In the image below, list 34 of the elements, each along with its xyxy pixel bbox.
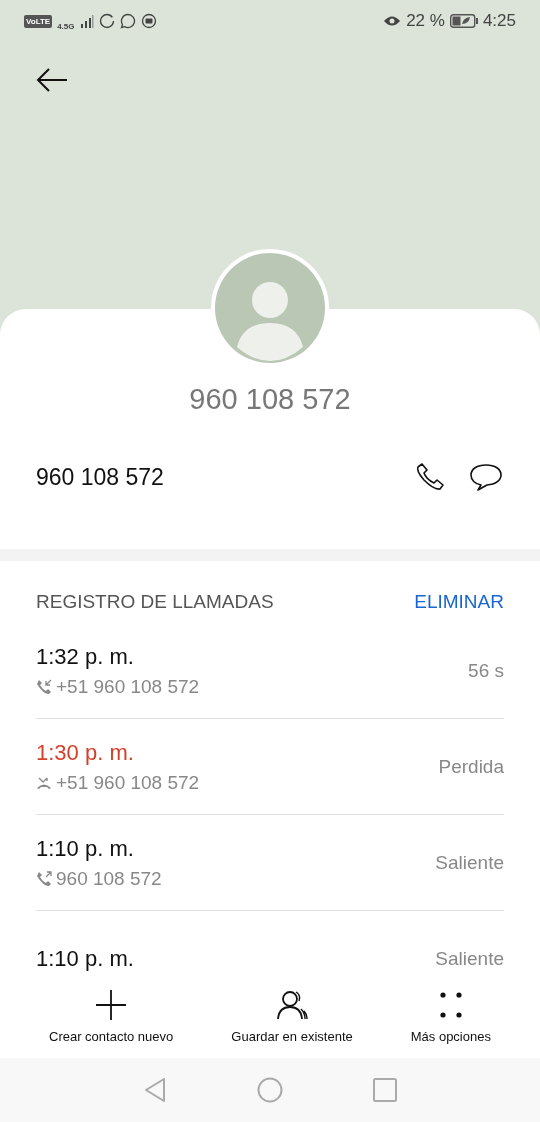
phone-number: 960 108 572 bbox=[36, 463, 165, 491]
call-number: 960 108 572 bbox=[56, 867, 162, 890]
section-title: REGISTRO DE LLAMADAS bbox=[36, 591, 274, 613]
sync-icon bbox=[98, 13, 115, 29]
call-time: 1:30 p. m. bbox=[36, 739, 135, 766]
call-time: 1:10 p. m. bbox=[36, 835, 135, 862]
more-options-button[interactable]: Más opciones bbox=[410, 988, 491, 1044]
call-time: 1:10 p. m. bbox=[36, 945, 134, 972]
call-button[interactable] bbox=[414, 461, 446, 493]
eye-icon bbox=[383, 15, 402, 27]
call-number: +51 960 108 572 bbox=[56, 675, 200, 698]
call-detail: Perdida bbox=[438, 755, 504, 778]
message-button[interactable] bbox=[468, 461, 504, 493]
download-icon bbox=[140, 13, 157, 29]
create-contact-button[interactable]: Crear contacto nuevo bbox=[49, 988, 174, 1044]
chat-bubble-icon bbox=[119, 13, 136, 29]
save-existing-button[interactable]: Guardar en existente bbox=[231, 988, 353, 1044]
call-number: +51 960 108 572 bbox=[56, 771, 200, 794]
volte-badge: VoLTE bbox=[24, 14, 53, 28]
outgoing-call-icon bbox=[36, 870, 52, 887]
clock: 4:25 bbox=[482, 11, 516, 31]
call-detail: 56 s bbox=[468, 659, 504, 682]
battery-icon bbox=[449, 14, 478, 28]
network-type: 4.5G bbox=[57, 21, 75, 31]
contact-title: 960 108 572 bbox=[188, 382, 352, 417]
battery-percentage: 22 % bbox=[406, 11, 445, 31]
signal-icon bbox=[79, 14, 94, 28]
plus-icon bbox=[95, 988, 128, 1021]
call-detail: Saliente bbox=[435, 851, 504, 874]
call-detail: Saliente bbox=[435, 947, 504, 970]
call-time: 1:32 p. m. bbox=[36, 643, 135, 670]
person-icon bbox=[276, 988, 308, 1021]
delete-link[interactable]: ELIMINAR bbox=[414, 591, 504, 613]
incoming-call-icon bbox=[36, 678, 52, 695]
